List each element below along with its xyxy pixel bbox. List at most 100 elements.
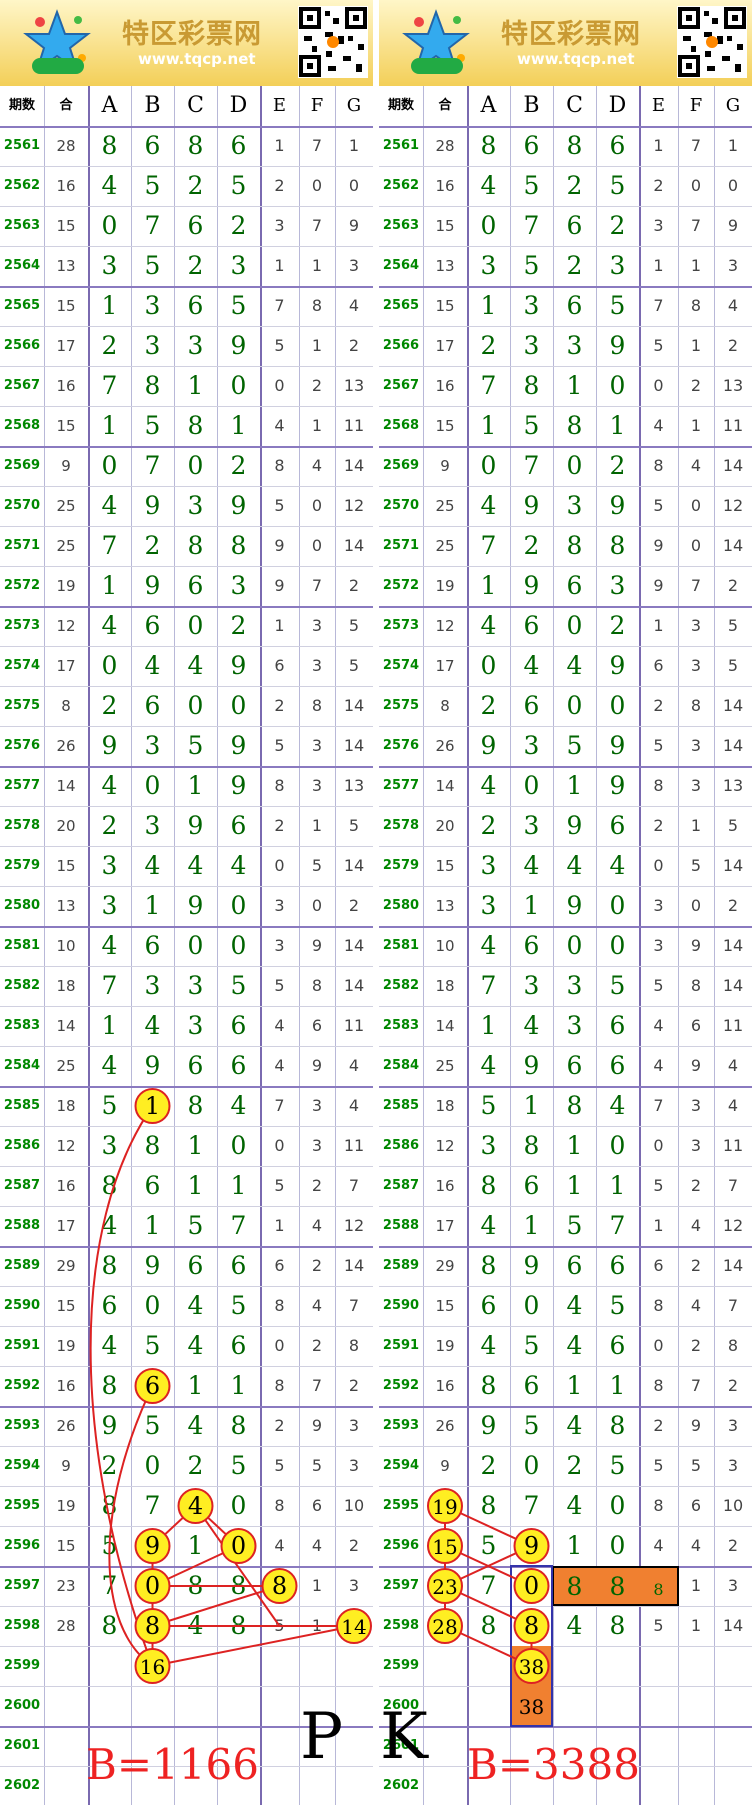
sum-cell: 17	[435, 337, 455, 355]
period-cell: 2599	[382, 1658, 420, 1673]
period-cell: 2597	[3, 1578, 41, 1593]
digit-cell: 8	[690, 696, 702, 715]
digit-cell: 8	[523, 1131, 540, 1160]
sum-cell: 16	[56, 1377, 76, 1395]
digit-cell: 1	[653, 1216, 664, 1235]
left-panel: 特区彩票网 www.tqcp.net 期数合 A B C D E F G 2561 28 8 6 8 6 1…	[0, 0, 373, 1805]
period-cell: 2582	[3, 978, 41, 993]
period-cell: 2580	[3, 898, 41, 913]
digit-cell: 2	[311, 1256, 323, 1275]
digit-cell	[714, 1726, 752, 1766]
digit-cell: 5	[727, 616, 739, 635]
digit-cell: 4	[523, 851, 540, 880]
sum-cell: 13	[56, 897, 76, 915]
digit-cell	[510, 1646, 553, 1686]
pk-letter-p: P	[300, 1700, 344, 1774]
sum-cell: 16	[56, 177, 76, 195]
digit-cell: 1	[523, 1091, 540, 1120]
digit-cell: 7	[311, 576, 323, 595]
sum-cell: 15	[56, 1297, 76, 1315]
digit-cell: 3	[523, 291, 540, 320]
digit-cell: 1	[230, 411, 247, 440]
period-cell: 2573	[382, 618, 420, 633]
digit-cell: 7	[690, 576, 702, 595]
period-cell: 2574	[3, 658, 41, 673]
digit-cell: 1	[101, 571, 118, 600]
digit-cell: 0	[101, 211, 118, 240]
digit-cell: 4	[274, 416, 285, 435]
sum-cell: 25	[56, 1057, 76, 1075]
digit-cell: 5	[523, 171, 540, 200]
digit-cell: 1	[566, 1531, 583, 1560]
digit-cell: 0	[653, 376, 664, 395]
digit-cell: 5	[690, 1456, 702, 1475]
digit-cell: 1	[480, 291, 497, 320]
digit-cell: 4	[101, 771, 118, 800]
sum-cell: 16	[435, 377, 455, 395]
digit-cell: 2	[609, 451, 626, 480]
digit-cell: 7	[348, 1296, 360, 1315]
digit-cell: 5	[230, 171, 247, 200]
digit-cell: 8	[230, 1411, 247, 1440]
sum-cell	[44, 1686, 88, 1726]
grid-row-line	[379, 1446, 752, 1447]
sum-cell: 17	[56, 657, 76, 675]
sum-cell: 9	[440, 457, 450, 475]
digit-cell: 7	[311, 136, 323, 155]
digit-cell: 5	[480, 1531, 497, 1560]
digit-cell: 6	[523, 931, 540, 960]
digit-cell: 4	[187, 1611, 204, 1640]
column-header: B	[523, 93, 540, 118]
digit-cell: 1	[230, 1371, 247, 1400]
digit-cell: 1	[144, 1091, 161, 1120]
grid-row-line	[0, 606, 373, 608]
grid-row-line	[379, 1646, 752, 1647]
digit-cell: 8	[480, 1171, 497, 1200]
digit-cell: 5	[144, 411, 161, 440]
digit-cell: 8	[101, 1251, 118, 1280]
period-cell: 2599	[3, 1658, 41, 1673]
sum-cell: 13	[56, 257, 76, 275]
pk-letter-k: K	[380, 1700, 428, 1774]
period-cell: 2571	[3, 538, 41, 553]
grid-row-line	[379, 726, 752, 727]
sum-cell: 23	[435, 1577, 455, 1595]
sum-cell: 28	[56, 137, 76, 155]
digit-cell: 9	[523, 491, 540, 520]
sum-cell: 9	[440, 1457, 450, 1475]
digit-cell: 2	[101, 1451, 118, 1480]
digit-cell: 1	[187, 371, 204, 400]
digit-cell: 9	[566, 891, 583, 920]
grid-row-line	[0, 846, 373, 847]
digit-cell: 5	[566, 731, 583, 760]
grid-row-line	[379, 806, 752, 807]
digit-cell: 2	[523, 531, 540, 560]
grid-row-line	[0, 406, 373, 407]
period-cell: 2561	[3, 138, 41, 153]
digit-cell: 4	[230, 1091, 247, 1120]
digit-cell: 8	[609, 1571, 626, 1600]
digit-cell: 9	[523, 1051, 540, 1080]
digit-cell: 1	[480, 571, 497, 600]
grid-row-line	[0, 806, 373, 807]
digit-cell: 3	[348, 1416, 360, 1435]
sum-cell: 15	[56, 297, 76, 315]
digit-cell: 8	[480, 1611, 497, 1640]
digit-cell: 4	[653, 1016, 664, 1035]
digit-cell: 0	[653, 1336, 664, 1355]
digit-cell: 8	[101, 1171, 118, 1200]
digit-cell: 4	[348, 1096, 360, 1115]
digit-cell: 7	[101, 371, 118, 400]
digit-cell: 6	[523, 1171, 540, 1200]
digit-cell: 13	[343, 376, 365, 395]
digit-cell: 6	[101, 1291, 118, 1320]
digit-cell: 4	[566, 1331, 583, 1360]
digit-cell: 7	[101, 971, 118, 1000]
digit-cell: 3	[230, 571, 247, 600]
digit-cell: 1	[609, 1371, 626, 1400]
digit-cell: 5	[653, 976, 664, 995]
digit-cell: 6	[187, 571, 204, 600]
digit-cell: 4	[690, 456, 702, 475]
digit-cell: 1	[690, 336, 702, 355]
sum-cell: 28	[435, 1617, 455, 1635]
